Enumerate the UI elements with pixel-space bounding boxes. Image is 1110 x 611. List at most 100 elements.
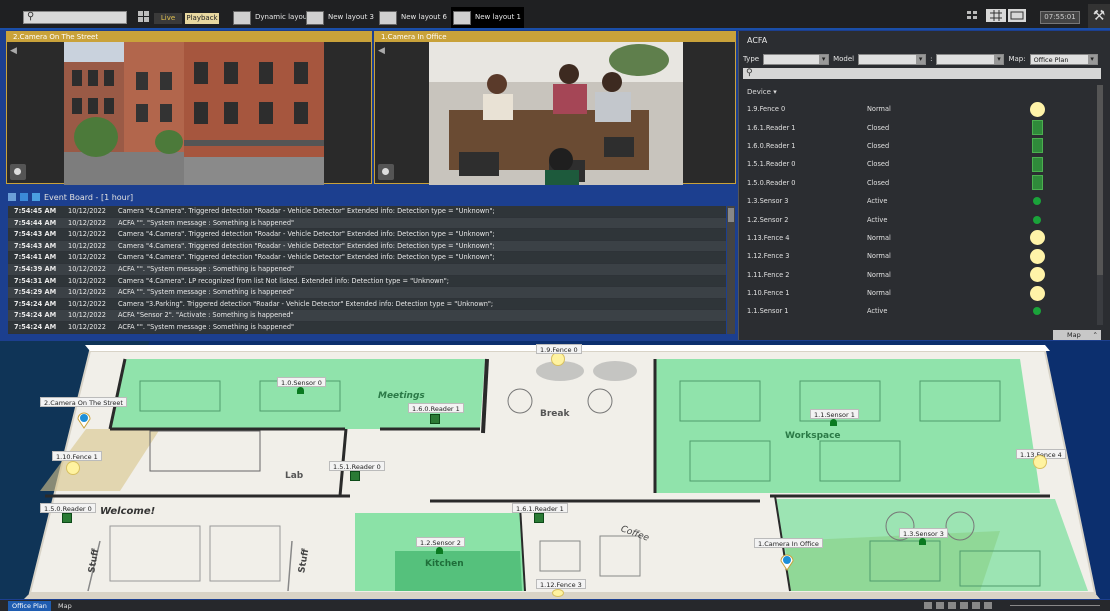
tools-icon[interactable]: ⚒ [1088,4,1110,28]
device-row[interactable]: 1.6.1.Reader 1 Closed [743,118,1095,136]
event-row[interactable]: 7:54:43 AM 10/12/2022 Camera "4.Camera". T… [8,241,726,253]
event-row[interactable]: 7:54:39 AM 10/12/2022 ACFA "". "System mes… [8,264,726,276]
live-button[interactable]: Live [154,13,182,24]
floor-plan-map[interactable]: Meetings Break Workspace Lab Welcome! Co… [0,341,1110,599]
bottom-bar: Office Plan Map [0,600,1110,611]
device-row[interactable]: 1.9.Fence 0 Normal [743,100,1095,118]
event-row[interactable]: 7:54:45 AM 10/12/2022 Camera "4.Camera". T… [8,206,726,218]
device-row[interactable]: 1.5.0.Reader 0 Closed [743,174,1095,192]
event-row[interactable]: 7:54:24 AM 10/12/2022 Camera "3.Parking". … [8,298,726,311]
device-row[interactable]: 1.12.Fence 3 Normal [743,247,1095,265]
camera-pin-icon[interactable] [780,553,794,571]
layout-tab-3[interactable]: New layout 3 [304,7,374,28]
search-input[interactable]: ⚲ [23,11,127,24]
layout-tab-6[interactable]: New layout 6 [377,7,447,28]
type-label: Type [743,55,760,63]
tab-map[interactable]: Map [54,601,76,611]
camera-tool-icon[interactable] [924,602,932,609]
grid-icon[interactable] [20,193,28,201]
camera-tile-street[interactable]: 2.Camera On The Street ◀ [6,31,372,185]
device-scrollbar[interactable] [1097,85,1103,325]
event-date: 10/12/2022 [68,218,107,227]
event-row[interactable]: 7:54:29 AM 10/12/2022 ACFA "". "System mes… [8,287,726,299]
sensor-marker[interactable] [436,547,443,554]
speaker-icon[interactable]: ◀ [10,46,17,56]
export-tool-icon[interactable] [948,602,956,609]
device-row[interactable]: 1.10.Fence 1 Normal [743,284,1095,302]
event-board-title: Event Board - [1 hour] [44,192,134,202]
fence-marker[interactable] [1033,455,1047,469]
map-label-fence0: 1.9.Fence 0 [536,344,582,354]
reader-marker[interactable] [534,513,544,523]
reader-marker[interactable] [62,513,72,523]
lock-tool-icon[interactable] [936,602,944,609]
event-date: 10/12/2022 [68,230,107,239]
playback-button[interactable]: Playback [185,13,219,24]
reader-marker[interactable] [430,414,440,424]
grid-view-icon[interactable] [986,9,1006,22]
zoom-slider[interactable] [1010,605,1100,606]
event-row[interactable]: 7:54:24 AM 10/12/2022 ACFA "". "System mes… [8,321,726,334]
acfa-search-input[interactable]: ⚲ [743,68,1101,79]
device-state: Closed [867,123,890,132]
event-message: Camera "4.Camera". Triggered detection "… [118,230,495,239]
model-select[interactable] [858,53,927,65]
sensor-marker[interactable] [919,538,926,545]
extra-select[interactable] [936,53,1005,65]
map-button[interactable]: Map ⌃ [1053,330,1101,340]
single-view-icon[interactable] [1008,9,1026,22]
sensor-marker[interactable] [830,419,837,426]
map-label-reader150: 1.5.0.Reader 0 [40,503,96,513]
speaker-icon[interactable]: ◀ [378,46,385,56]
event-row[interactable]: 7:54:44 AM 10/12/2022 ACFA "". "System mes… [8,218,726,230]
event-row[interactable]: 7:54:31 AM 10/12/2022 Camera "4.Camera". L… [8,275,726,288]
tab-office-plan[interactable]: Office Plan [8,601,51,611]
device-row[interactable]: 1.13.Fence 4 Normal [743,229,1095,247]
top-toolbar: ⚲ Live Playback Dynamic layout New layou… [0,0,1110,30]
device-row[interactable]: 1.3.Sensor 3 Active [743,192,1095,210]
device-row[interactable]: 1.5.1.Reader 0 Closed [743,155,1095,173]
camera-video-street-right [184,42,324,185]
map-pin-thumbnail-icon [453,10,471,25]
device-list: 1.9.Fence 0 Normal 1.6.1.Reader 1 Closed 1.6… [743,100,1095,321]
fence-marker[interactable] [66,461,80,475]
camera-tile-office[interactable]: 1.Camera In Office ◀ [374,31,736,185]
device-state: Active [867,197,888,206]
event-row[interactable]: 7:54:43 AM 10/12/2022 Camera "4.Camera". T… [8,229,726,241]
device-row[interactable]: 1.2.Sensor 2 Active [743,210,1095,228]
map-select[interactable]: Office Plan [1029,53,1098,65]
event-row[interactable]: 7:54:41 AM 10/12/2022 Camera "4.Camera". T… [8,252,726,264]
map-label-cam-street: 2.Camera On The Street [40,397,127,407]
camera-pin-icon[interactable] [77,411,91,429]
settings-tool-icon[interactable] [972,602,980,609]
record-button[interactable] [378,164,394,180]
reader-marker[interactable] [350,471,360,481]
map-label-fence1: 1.10.Fence 1 [52,451,102,461]
device-column-header[interactable]: Device ▾ [743,85,1095,99]
map-label-sensor0: 1.0.Sensor 0 [277,377,326,387]
list-icon[interactable] [8,193,16,201]
device-row[interactable]: 1.1.Sensor 1 Active [743,302,1095,320]
layout-grid-icon[interactable] [138,11,149,22]
monitor-tool-icon[interactable] [960,602,968,609]
device-name: 1.5.0.Reader 0 [747,178,796,187]
layout-tab-1[interactable]: New layout 1 [451,7,524,28]
layout-select-icon[interactable] [966,10,978,20]
event-time: 7:54:45 AM [14,207,57,215]
device-row[interactable]: 1.11.Fence 2 Normal [743,266,1095,284]
device-row[interactable]: 1.6.0.Reader 1 Closed [743,137,1095,155]
sound-tool-icon[interactable] [984,602,992,609]
record-button[interactable] [10,164,26,180]
event-message: ACFA "Sensor 2". "Activate : Something i… [118,311,294,320]
fence-marker[interactable] [552,589,564,597]
sensor-marker[interactable] [297,387,304,394]
event-scrollbar[interactable] [727,206,735,334]
layout-thumbnail-icon [233,10,251,25]
layout-tab-dynamic[interactable]: Dynamic layout [231,7,310,28]
filter-icon[interactable] [32,193,40,201]
camera-title: 1.Camera In Office [375,32,735,42]
event-date: 10/12/2022 [68,299,107,308]
type-select[interactable] [763,53,830,65]
sort-down-icon: ▾ [773,88,777,96]
event-row[interactable]: 7:54:24 AM 10/12/2022 ACFA "Sensor 2". "Ac… [8,310,726,322]
